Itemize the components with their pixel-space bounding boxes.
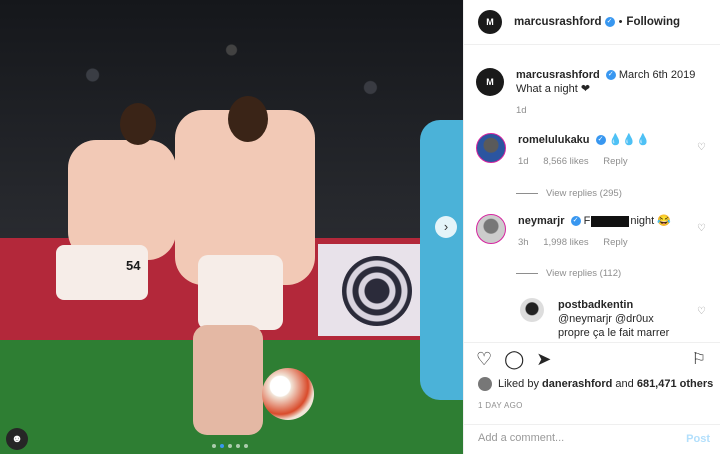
starball-logo [342, 256, 412, 326]
comment-likes[interactable]: 8,566 likes [543, 156, 588, 167]
add-comment-input[interactable] [476, 431, 660, 445]
next-arrow-icon[interactable]: › [435, 216, 457, 238]
comment-item: neymarjr ✓ Fnight 😂 3h 1,998 likes Reply [476, 214, 671, 250]
caption-date: March 6th 2019 [618, 69, 696, 81]
carousel-dot [244, 444, 248, 448]
view-replies-label: View replies (295) [546, 188, 622, 199]
following-button[interactable]: Following [626, 16, 680, 28]
football [262, 368, 314, 420]
avatar[interactable]: M [478, 10, 502, 34]
instagram-post: 54 › ☻ M marcusrashford ✓ • Following M [0, 0, 720, 454]
avatar[interactable] [520, 298, 544, 322]
divider [516, 273, 538, 274]
like-comment-heart-icon[interactable]: ♡ [697, 306, 706, 317]
avatar[interactable] [476, 214, 506, 244]
liked-by-count[interactable]: 681,471 others [637, 378, 713, 390]
reply-username[interactable]: postbadkentin [558, 298, 669, 312]
post-date: 1 DAY AGO [478, 401, 523, 410]
comment-text-end: night 😂 [630, 215, 671, 227]
comment-age: 3h [518, 237, 529, 248]
post-side-panel: M marcusrashford ✓ • Following M marcusr… [463, 0, 720, 454]
comment-username[interactable]: neymarjr [518, 215, 564, 227]
comment-icon[interactable]: ◯ [504, 349, 524, 370]
main-player-shorts [198, 255, 283, 330]
view-replies-label: View replies (112) [546, 268, 622, 279]
reply-text-line2: propre ça le fait marrer [558, 327, 670, 339]
liked-by-and: and [615, 378, 634, 390]
like-comment-heart-icon[interactable]: ♡ [697, 223, 706, 234]
liked-by-user[interactable]: danerashford [542, 378, 612, 390]
carousel-dot [236, 444, 240, 448]
reply-item: postbadkentin @neymarjr @dr0ux propre ça… [520, 298, 669, 340]
caption-text: What a night ❤ [516, 83, 591, 95]
divider [516, 193, 538, 194]
likes-summary[interactable]: Liked by danerashford and 681,471 others [478, 377, 713, 391]
caption: M marcusrashford ✓ March 6th 2019 What a… [476, 68, 695, 118]
verified-badge-icon: ✓ [570, 216, 581, 227]
caption-age: 1d [516, 105, 527, 116]
post-photo[interactable]: 54 › ☻ [0, 0, 463, 454]
background-player-head [120, 103, 156, 145]
comments-list[interactable]: M marcusrashford ✓ March 6th 2019 What a… [464, 56, 720, 342]
liked-by-prefix: Liked by [498, 378, 539, 390]
action-icons: ♡ ◯ ➤ [476, 349, 551, 370]
like-comment-heart-icon[interactable]: ♡ [697, 142, 706, 153]
like-heart-icon[interactable]: ♡ [476, 349, 492, 370]
main-player-head [228, 96, 268, 142]
avatar[interactable]: M [476, 68, 504, 96]
comment-age: 1d [518, 156, 529, 167]
background-player [68, 140, 176, 260]
comment-text: 💧💧💧 [608, 134, 650, 146]
avatar [478, 377, 492, 391]
carousel-dots [212, 444, 248, 448]
view-replies-button[interactable]: View replies (112) [516, 268, 621, 279]
header-username[interactable]: marcusrashford [514, 16, 602, 28]
post-header: M marcusrashford ✓ • Following [464, 0, 720, 45]
comment-likes[interactable]: 1,998 likes [543, 237, 588, 248]
caption-username[interactable]: marcusrashford [516, 69, 600, 81]
carousel-dot [212, 444, 216, 448]
carousel-dot-active [220, 444, 224, 448]
share-icon[interactable]: ➤ [536, 349, 551, 370]
comment-text-start: F [583, 215, 591, 227]
reply-text-line1: @neymarjr @dr0ux [558, 313, 654, 325]
view-replies-button[interactable]: View replies (295) [516, 188, 622, 199]
reply-button[interactable]: Reply [603, 237, 627, 248]
comment-username[interactable]: romelulukaku [518, 134, 590, 146]
user-tag-icon[interactable]: ☻ [6, 428, 28, 450]
separator: • [618, 16, 623, 28]
avatar[interactable] [476, 133, 506, 163]
kit-number: 54 [126, 258, 141, 273]
carousel-dot [228, 444, 232, 448]
post-actions: ♡ ◯ ➤ ⚐ Liked by danerashford and 681,47… [464, 342, 720, 410]
referee [420, 120, 463, 400]
main-player-legs [193, 325, 263, 435]
bookmark-icon[interactable]: ⚐ [692, 349, 706, 369]
verified-badge-icon: ✓ [605, 70, 616, 81]
verified-badge-icon: ✓ [595, 135, 606, 146]
post-comment-button[interactable]: Post [686, 433, 710, 445]
reply-button[interactable]: Reply [603, 156, 627, 167]
redacted-block [591, 215, 630, 227]
comment-item: romelulukaku ✓ 💧💧💧 1d 8,566 likes Reply [476, 133, 650, 169]
add-comment-bar: Post [464, 424, 720, 455]
verified-badge-icon: ✓ [604, 17, 615, 27]
